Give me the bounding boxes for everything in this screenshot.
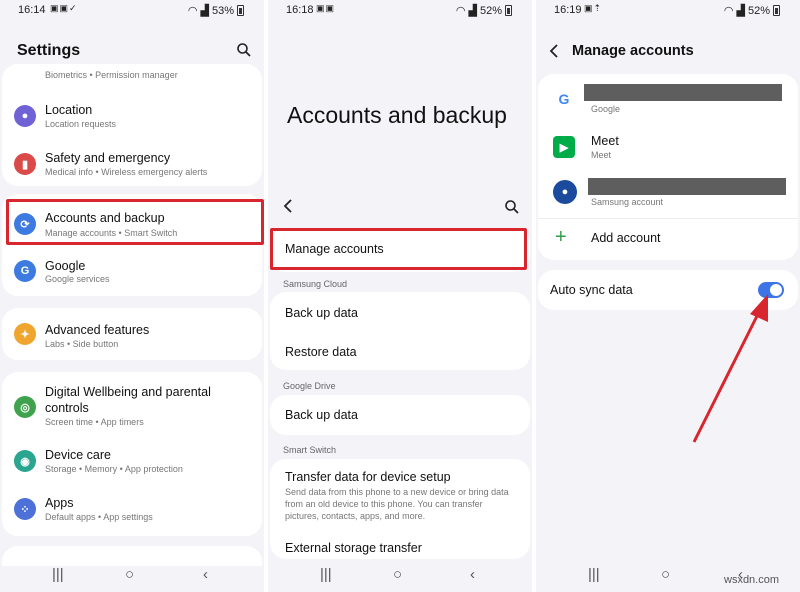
settings-item-device-care[interactable]: ◉ Device care Storage • Memory • App pro… [2, 442, 262, 486]
google-icon: G [14, 260, 36, 282]
back-icon[interactable]: ‹ [203, 566, 208, 583]
settings-item-apps[interactable]: ⁘ Apps Default apps • App settings [2, 490, 262, 534]
gear-plus-icon: ✦ [14, 323, 36, 345]
transfer-data-description: Send data from this phone to a new devic… [285, 487, 509, 521]
signal-icon: ▟ [200, 5, 209, 17]
navigation-bar: ||| ○ ‹ [268, 558, 532, 592]
google-drive-card: Back up data [270, 395, 530, 435]
manage-accounts-screen: 16:19 ▣⇡ ◠ ▟ 52% Manage accounts G Googl… [536, 0, 800, 592]
transfer-data-item[interactable]: Transfer data for device setup [285, 470, 451, 484]
item-title: Digital Wellbeing and parental controls [45, 385, 211, 415]
battery-icon [237, 5, 244, 16]
item-title: Apps [45, 496, 74, 510]
status-time: 16:18 [286, 4, 314, 16]
page-header: Accounts and backup [287, 102, 507, 128]
signal-icon: ▟ [468, 5, 477, 17]
highlight-box [6, 199, 264, 245]
status-right: ◠ ▟ 53% [188, 4, 244, 17]
samsung-cloud-card: Back up data Restore data [270, 292, 530, 370]
item-subtitle: Storage • Memory • App protection [45, 464, 183, 474]
navigation-bar: ||| ○ ‹ [0, 558, 264, 592]
home-icon[interactable]: ○ [125, 566, 134, 583]
wellbeing-icon: ◎ [14, 396, 36, 418]
back-icon[interactable]: ‹ [470, 566, 475, 583]
wifi-icon: ◠ [455, 5, 466, 17]
item-title: Safety and emergency [45, 151, 171, 165]
settings-item-location[interactable]: ● Location Location requests [2, 94, 262, 138]
settings-group-3: ✦ Advanced features Labs • Side button [2, 308, 262, 360]
section-samsung-cloud: Samsung Cloud [283, 279, 348, 289]
accounts-backup-screen: 16:18 ▣▣ ◠ ▟ 52% Accounts and backup Man… [268, 0, 532, 592]
item-subtitle: Default apps • App settings [45, 512, 153, 522]
restore-data-item[interactable]: Restore data [285, 345, 357, 359]
location-icon: ● [14, 105, 36, 127]
notification-icons: ▣▣ [316, 3, 336, 13]
item-title: Location [45, 103, 93, 117]
recents-icon[interactable]: ||| [320, 566, 332, 583]
apps-icon: ⁘ [14, 498, 36, 520]
external-storage-transfer-item[interactable]: External storage transfer [285, 541, 422, 555]
status-time: 16:14 [18, 4, 46, 16]
search-icon[interactable] [236, 42, 252, 58]
item-title: Advanced features [45, 323, 150, 337]
partial-item-subtitle: Biometrics • Permission manager [45, 70, 178, 80]
battery-percent: 53% [211, 4, 234, 17]
item-subtitle: Google services [45, 274, 110, 284]
settings-item-advanced[interactable]: ✦ Advanced features Labs • Side button [2, 312, 262, 356]
status-bar: 16:14 ▣▣✓ ◠ ▟ 53% [0, 0, 264, 20]
page-title: Settings [17, 42, 81, 59]
google-back-up-item[interactable]: Back up data [285, 408, 358, 422]
recents-icon[interactable]: ||| [588, 566, 600, 583]
recents-icon[interactable]: ||| [52, 566, 64, 583]
device-care-icon: ◉ [14, 450, 36, 472]
settings-group-1: Biometrics • Permission manager ● Locati… [2, 64, 262, 186]
section-smart-switch: Smart Switch [283, 445, 337, 455]
red-arrow-annotation [692, 294, 768, 443]
navigation-bar: ||| ○ ‹ [536, 558, 800, 592]
wifi-icon: ◠ [187, 5, 198, 17]
settings-screen: 16:14 ▣▣✓ ◠ ▟ 53% Settings Biometrics • … [0, 0, 264, 592]
status-bar: 16:18 ▣▣ ◠ ▟ 52% [268, 0, 532, 20]
section-google-drive: Google Drive [283, 381, 336, 391]
settings-group-4: ◎ Digital Wellbeing and parental control… [2, 372, 262, 536]
battery-icon [505, 5, 512, 16]
settings-item-google[interactable]: G Google Google services [2, 250, 262, 294]
item-subtitle: Screen time • App timers [45, 417, 144, 427]
back-icon[interactable]: ‹ [738, 566, 743, 583]
home-icon[interactable]: ○ [393, 566, 402, 583]
highlight-box [270, 228, 527, 270]
item-subtitle: Location requests [45, 119, 117, 129]
status-right: ◠ ▟ 52% [456, 4, 512, 17]
safety-icon: ▮ [14, 153, 36, 175]
item-title: Device care [45, 448, 111, 462]
battery-percent: 52% [479, 4, 502, 17]
search-icon[interactable] [504, 199, 520, 215]
item-subtitle: Labs • Side button [45, 339, 119, 349]
item-title: Google [45, 259, 86, 273]
item-subtitle: Medical info • Wireless emergency alerts [45, 167, 208, 177]
smart-switch-card: Transfer data for device setup Send data… [270, 459, 530, 559]
settings-item-safety[interactable]: ▮ Safety and emergency Medical info • Wi… [2, 142, 262, 186]
home-icon[interactable]: ○ [661, 566, 670, 583]
back-up-data-item[interactable]: Back up data [285, 306, 358, 320]
back-icon[interactable] [282, 198, 296, 214]
settings-item-wellbeing[interactable]: ◎ Digital Wellbeing and parental control… [2, 378, 262, 434]
notification-icons: ▣▣✓ [50, 3, 78, 13]
